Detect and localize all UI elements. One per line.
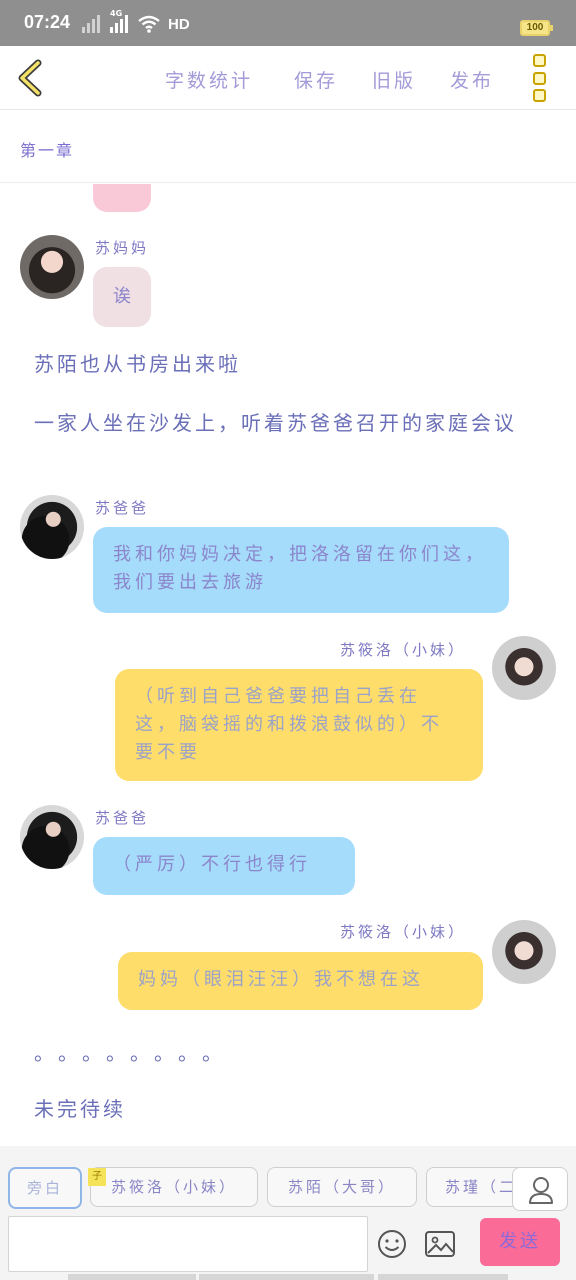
nav-handle [199,1274,374,1280]
message-bubble-partial [93,184,151,212]
message-bubble[interactable]: 诶 [93,267,151,327]
save-button[interactable]: 保存 [294,66,338,93]
more-dot-icon [533,54,546,67]
avatar[interactable] [20,805,84,869]
story-content[interactable]: 苏妈妈 诶 苏陌也从书房出来啦 一家人坐在沙发上，听着苏爸爸召开的家庭会议 苏爸… [0,184,576,1144]
speaker-name: 苏爸爸 [95,499,150,517]
word-count-button[interactable]: 字数统计 [165,66,253,93]
message-bubble[interactable]: 我和你妈妈决定，把洛洛留在你们这，我们要出去旅游 [93,527,509,613]
message-input[interactable] [8,1216,368,1272]
speaker-name: 苏筱洛（小妹） [340,923,467,941]
more-menu-button[interactable] [533,54,555,102]
speaker-name: 苏妈妈 [95,239,150,257]
chapter-title: 第一章 [20,141,75,160]
network-tag: 4G [110,9,123,18]
publish-button[interactable]: 发布 [450,66,494,93]
send-button[interactable]: 发送 [480,1218,560,1266]
more-dot-icon [533,71,546,85]
pin-badge: 子 [88,1168,106,1186]
more-dot-icon [533,89,546,102]
narration-text[interactable]: 未完待续 [34,1094,554,1124]
narration-text[interactable]: 一家人坐在沙发上，听着苏爸爸召开的家庭会议 [34,408,554,438]
old-version-button[interactable]: 旧版 [372,66,416,93]
message-bubble[interactable]: （听到自己爸爸要把自己丢在这，脑袋摇的和拨浪鼓似的）不要不要 [115,669,483,781]
editor-toolbar: 字数统计 保存 旧版 发布 [0,46,576,110]
signal-1-icon [82,15,102,33]
avatar[interactable] [20,235,84,299]
avatar[interactable] [20,495,84,559]
role-chip[interactable]: 苏陌（大哥） [267,1167,417,1207]
nav-handle [378,1274,508,1280]
hd-label: HD [168,15,190,33]
battery-icon: 100 [520,20,553,36]
avatar[interactable] [492,636,556,700]
role-chip-narrator[interactable]: 旁白 [8,1167,82,1209]
message-bubble[interactable]: 妈妈（眼泪汪汪）我不想在这 [118,952,483,1010]
wifi-icon [138,15,160,33]
role-chip[interactable]: 苏筱洛（小妹） [90,1167,258,1207]
back-chevron-icon[interactable] [14,58,48,98]
avatar[interactable] [492,920,556,984]
composer-panel: 旁白 苏筱洛（小妹） 子 苏陌（大哥） 苏瑾（二 发送 [0,1146,576,1280]
narration-text[interactable]: 苏陌也从书房出来啦 [34,349,554,379]
chapter-bar[interactable]: 第一章 [0,111,576,183]
add-role-button[interactable] [512,1167,568,1211]
speaker-name: 苏筱洛（小妹） [340,641,467,659]
narration-text[interactable]: 。。。。。。。。 [34,1038,554,1068]
signal-2-icon: 4G [110,9,130,33]
image-icon[interactable] [424,1230,456,1258]
nav-handle [68,1274,196,1280]
status-bar: 07:24 4G HD 100 [0,0,576,46]
status-icons: 4G HD [82,9,190,33]
emoji-icon[interactable] [376,1228,408,1260]
message-bubble[interactable]: （严厉）不行也得行 [93,837,355,895]
status-time: 07:24 [24,12,71,32]
user-icon [529,1177,553,1204]
speaker-name: 苏爸爸 [95,809,150,827]
